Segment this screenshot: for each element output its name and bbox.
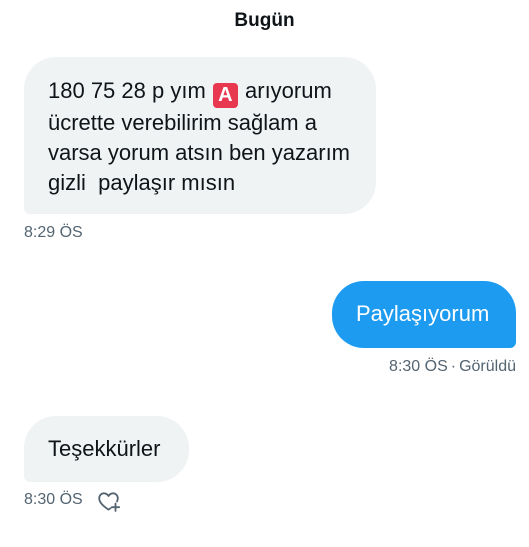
message-line: varsa yorum atsın ben yazarım <box>48 140 351 165</box>
message-bubble-incoming[interactable]: Teşekkürler <box>24 416 189 482</box>
heart-plus-icon <box>98 492 121 512</box>
letter-a-emoji-icon: A <box>212 83 238 108</box>
message-timestamp: 8:30 ÖS <box>389 358 448 375</box>
message-bubble-outgoing[interactable]: Paylaşıyorum <box>332 281 516 348</box>
message-line: gizli paylaşır mısın <box>48 170 236 195</box>
message-text: Teşekkürler <box>48 436 161 461</box>
message-text: Paylaşıyorum <box>356 301 490 326</box>
message-bubble-incoming[interactable]: 180 75 28 p yım A arıyorum ücrette vereb… <box>24 57 376 214</box>
add-reaction-button[interactable] <box>97 489 121 513</box>
separator-dot: · <box>450 358 457 375</box>
message-timestamp: 8:30 ÖS <box>24 491 83 508</box>
message-line: 180 75 28 p yım A arıyorum <box>48 78 332 108</box>
message-line: ücrette verebilirim sağlam a <box>48 110 317 135</box>
message-meta: 8:30 ÖS · Görüldü <box>389 358 516 376</box>
message-timestamp: 8:29 ÖS <box>24 224 83 241</box>
day-header: Bugün <box>234 10 295 31</box>
read-status: Görüldü <box>459 358 516 375</box>
